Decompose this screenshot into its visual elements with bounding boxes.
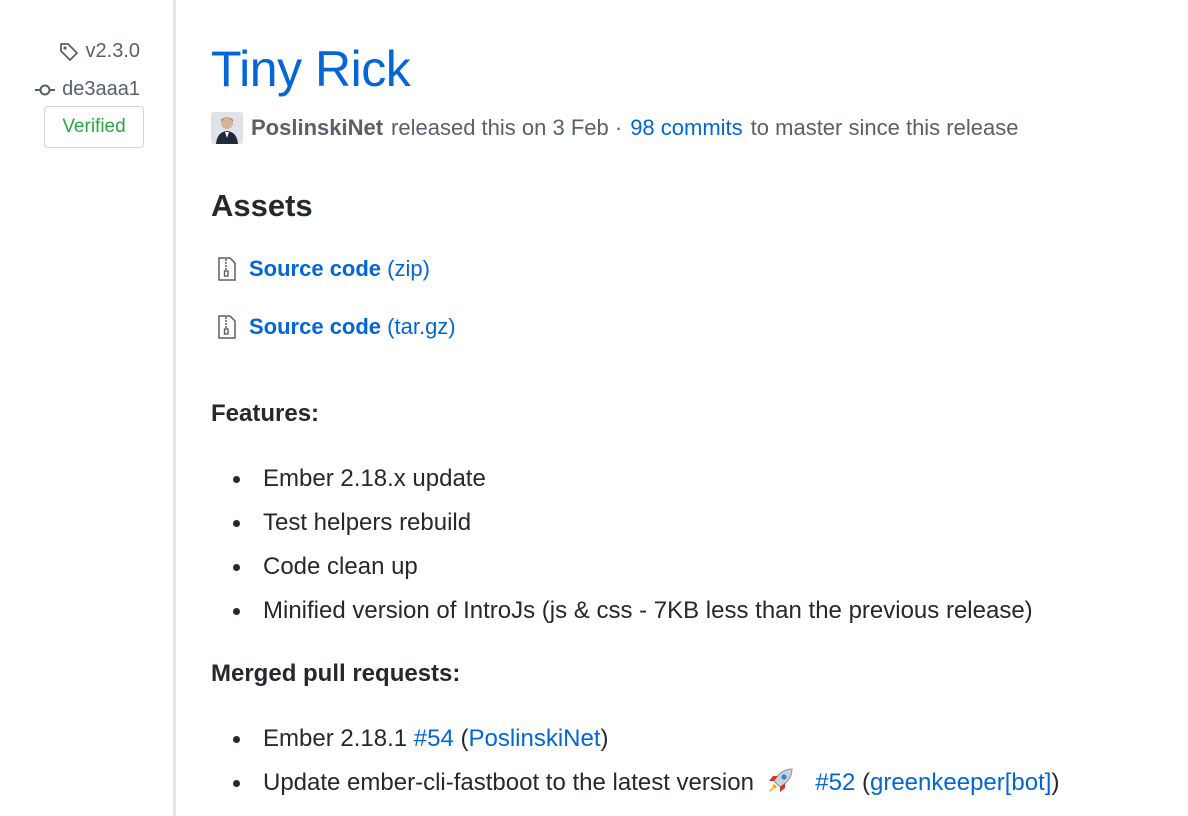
tag-label: v2.3.0 xyxy=(85,40,140,62)
features-heading: Features: xyxy=(211,400,320,427)
avatar-image xyxy=(211,112,243,144)
release-title[interactable]: Tiny Rick xyxy=(211,40,411,98)
avatar[interactable] xyxy=(211,112,243,144)
merged-heading: Merged pull requests: xyxy=(211,660,461,687)
asset-link[interactable]: Source code (tar.gz) xyxy=(249,314,456,340)
since-text: to master since this release xyxy=(750,115,1019,140)
asset-kind: (zip) xyxy=(387,256,430,281)
release-page: v2.3.0 de3aaa1 Verified Tiny Rick Poslin… xyxy=(0,0,1188,816)
commit-sha: de3aaa1 xyxy=(62,78,140,100)
pr-text: Update ember-cli-fastboot to the latest … xyxy=(263,769,754,796)
tag-icon xyxy=(59,42,78,61)
paren-open: ( xyxy=(861,769,870,796)
list-item: Update ember-cli-fastboot to the latest … xyxy=(233,766,1059,810)
list-item: Ember 2.18.1 #54 (PoslinskiNet) xyxy=(233,722,1059,766)
merged-pr-list: Ember 2.18.1 #54 (PoslinskiNet) Update e… xyxy=(233,722,1059,810)
user-link[interactable]: PoslinskiNet xyxy=(468,725,600,752)
paren-close: ) xyxy=(1051,769,1060,796)
git-commit-icon xyxy=(35,84,56,95)
commits-link[interactable]: 98 commits xyxy=(630,115,742,141)
asset-name: Source code xyxy=(249,314,382,339)
features-list: Ember 2.18.x update Test helpers rebuild… xyxy=(233,462,1033,638)
pr-link[interactable]: #54 xyxy=(414,725,454,752)
rocket-emoji xyxy=(768,768,793,792)
asset-name: Source code xyxy=(249,256,382,281)
verified-badge[interactable]: Verified xyxy=(44,106,144,148)
asset-kind: (tar.gz) xyxy=(387,314,456,339)
file-zip-icon xyxy=(218,315,236,339)
release-byline: PoslinskiNet released this on 3 Feb · 98… xyxy=(211,112,1018,144)
release-commit[interactable]: de3aaa1 xyxy=(34,78,140,101)
list-item: Code clean up xyxy=(233,550,1033,594)
release-tag[interactable]: v2.3.0 xyxy=(58,40,140,63)
user-link[interactable]: greenkeeper[bot] xyxy=(870,769,1051,796)
assets-heading: Assets xyxy=(211,188,313,223)
list-item: Ember 2.18.x update xyxy=(233,462,1033,506)
released-text: released this on 3 Feb · xyxy=(391,115,623,140)
asset-link[interactable]: Source code (zip) xyxy=(249,256,430,282)
list-item: Test helpers rebuild xyxy=(233,506,1033,550)
asset-source-zip[interactable]: Source code (zip) xyxy=(217,256,430,282)
pr-link[interactable]: #52 xyxy=(815,769,855,796)
release-meta-sidebar: v2.3.0 de3aaa1 Verified xyxy=(0,0,176,816)
file-zip-icon xyxy=(218,257,236,281)
asset-source-targz[interactable]: Source code (tar.gz) xyxy=(217,314,456,340)
paren-close: ) xyxy=(600,725,609,752)
author-link[interactable]: PoslinskiNet xyxy=(251,115,383,141)
list-item: Minified version of IntroJs (js & css - … xyxy=(233,594,1033,638)
pr-text: Ember 2.18.1 xyxy=(263,725,408,752)
